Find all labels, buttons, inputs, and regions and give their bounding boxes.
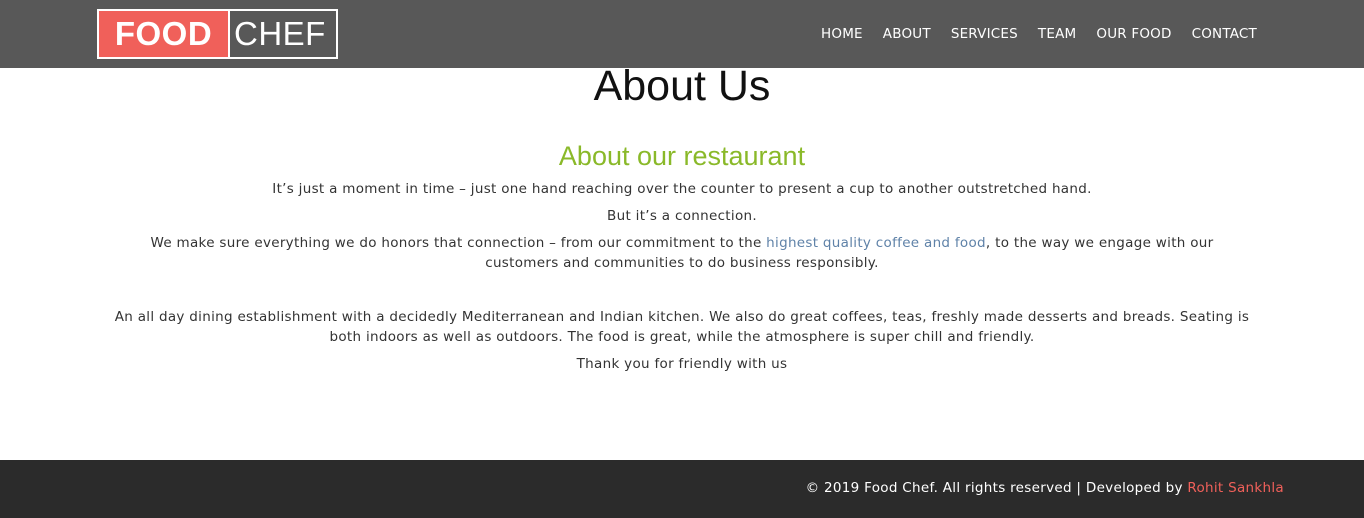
navbar: FOOD CHEF HOME ABOUT SERVICES TEAM OUR F…: [0, 0, 1364, 68]
paragraph-3-text-before: We make sure everything we do honors tha…: [150, 235, 767, 251]
nav-item-contact[interactable]: CONTACT: [1192, 26, 1257, 42]
about-paragraph-5: Thank you for friendly with us: [576, 356, 788, 372]
about-paragraph-2: But it’s a connection.: [607, 208, 757, 224]
nav-item-services[interactable]: SERVICES: [951, 26, 1018, 42]
about-paragraph-1: It’s just a moment in time – just one ha…: [272, 181, 1092, 197]
nav-item-team[interactable]: TEAM: [1038, 26, 1076, 42]
copyright-text: © 2019 Food Chef. All rights reserved | …: [805, 480, 1188, 496]
nav-item-home[interactable]: HOME: [821, 26, 863, 42]
section-title: About our restaurant: [558, 141, 806, 171]
about-paragraph-4: An all day dining establishment with a d…: [114, 309, 1250, 345]
site-logo[interactable]: FOOD CHEF: [97, 9, 338, 59]
logo-food-text: FOOD: [99, 11, 230, 57]
logo-chef-text: CHEF: [234, 15, 326, 52]
developer-link[interactable]: Rohit Sankhla: [1187, 480, 1284, 496]
nav-menu: HOME ABOUT SERVICES TEAM OUR FOOD CONTAC…: [801, 0, 1257, 68]
nav-item-about[interactable]: ABOUT: [883, 26, 931, 42]
footer: © 2019 Food Chef. All rights reserved | …: [0, 460, 1364, 518]
quality-link[interactable]: highest quality coffee and food: [766, 235, 986, 251]
about-paragraph-3: We make sure everything we do honors tha…: [112, 233, 1252, 273]
page-title: About Us: [593, 62, 771, 110]
footer-copyright: © 2019 Food Chef. All rights reserved | …: [806, 480, 1284, 496]
nav-item-our-food[interactable]: OUR FOOD: [1096, 26, 1171, 42]
